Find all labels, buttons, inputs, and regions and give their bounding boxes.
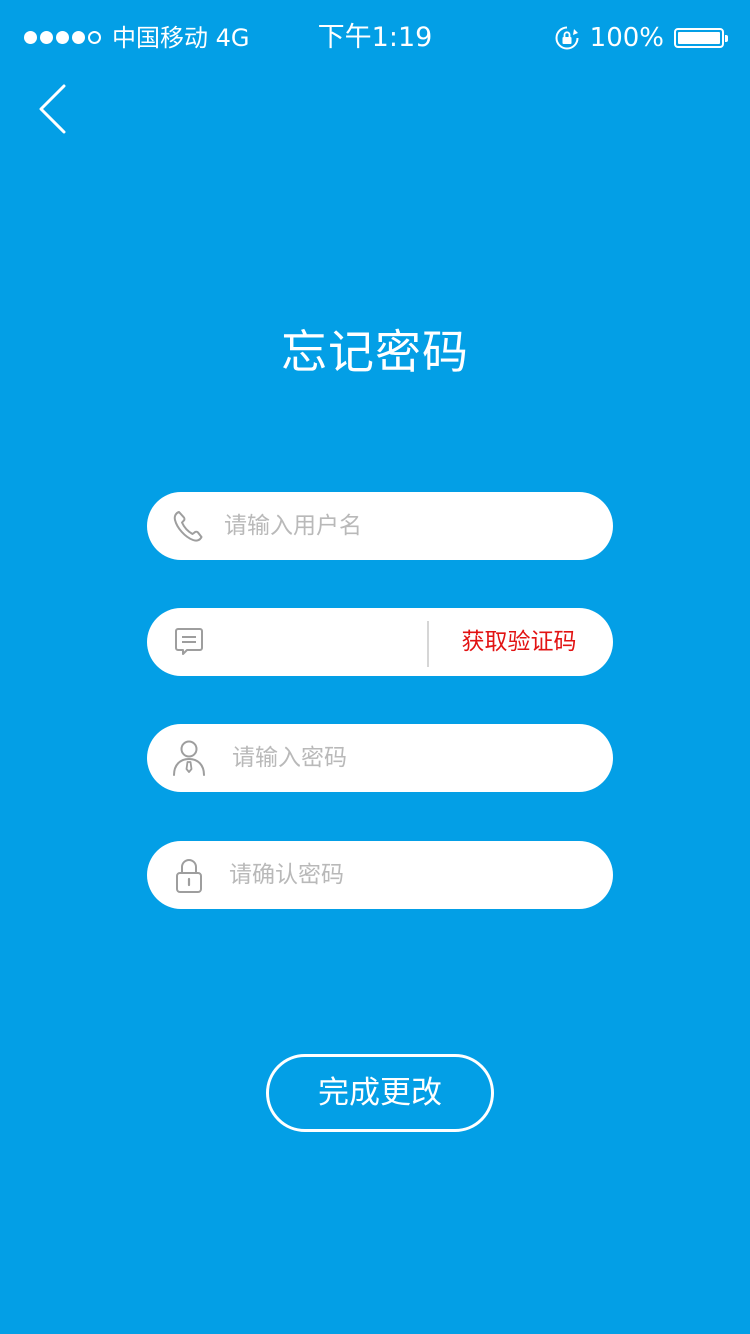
back-button[interactable] <box>34 82 78 136</box>
user-icon <box>173 740 205 776</box>
page-title: 忘记密码 <box>281 325 469 379</box>
rotation-lock-icon <box>555 26 579 50</box>
verification-code-input[interactable] <box>222 608 426 676</box>
battery-fill <box>678 32 720 44</box>
battery-icon <box>674 28 728 48</box>
get-code-button[interactable]: 获取验证码 <box>443 608 595 676</box>
confirm-password-input[interactable] <box>227 841 591 909</box>
battery-percent: 100% <box>589 23 664 53</box>
verification-code-field[interactable]: 获取验证码 <box>147 608 613 676</box>
message-icon <box>175 628 203 655</box>
lock-icon <box>176 859 202 893</box>
right-status: 100% <box>554 22 728 54</box>
phone-icon <box>173 511 203 542</box>
chevron-left-icon <box>39 84 66 134</box>
status-bar: 中国移动 4G 下午1:19 100% <box>0 0 750 76</box>
submit-button[interactable]: 完成更改 <box>266 1054 494 1132</box>
confirm-password-field[interactable] <box>147 841 613 909</box>
password-input[interactable] <box>230 724 594 792</box>
username-input[interactable] <box>222 492 586 560</box>
username-field[interactable] <box>147 492 613 560</box>
password-field[interactable] <box>147 724 613 792</box>
divider <box>427 621 429 667</box>
